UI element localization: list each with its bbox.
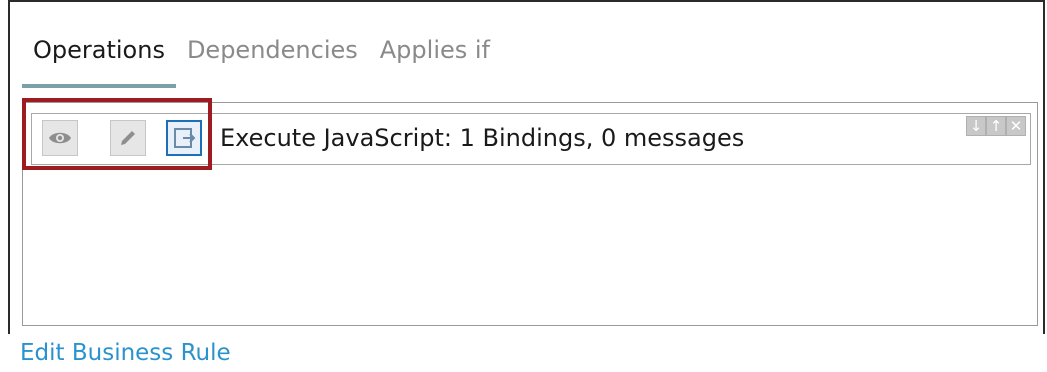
pencil-icon [121, 131, 135, 145]
operation-description: Execute JavaScript: 1 Bindings, 0 messag… [220, 124, 745, 152]
export-icon [174, 128, 196, 148]
remove-button[interactable]: ✕ [1006, 116, 1026, 136]
tab-dependencies[interactable]: Dependencies [176, 32, 369, 86]
operation-row[interactable]: Execute JavaScript: 1 Bindings, 0 messag… [31, 113, 1031, 165]
operations-list: Execute JavaScript: 1 Bindings, 0 messag… [22, 102, 1038, 326]
tab-bar: Operations Dependencies Applies if [22, 32, 501, 88]
view-button[interactable] [42, 120, 78, 156]
rule-panel: Operations Dependencies Applies if Execu… [8, 0, 1045, 334]
edit-business-rule-link[interactable]: Edit Business Rule [20, 340, 231, 366]
row-controls: ↓ ↑ ✕ [966, 116, 1026, 136]
eye-icon [49, 132, 71, 144]
move-up-button[interactable]: ↑ [986, 116, 1006, 136]
tab-operations[interactable]: Operations [22, 32, 176, 88]
execute-button[interactable] [166, 120, 202, 156]
tab-applies-if[interactable]: Applies if [369, 32, 501, 86]
move-down-button[interactable]: ↓ [966, 116, 986, 136]
edit-button[interactable] [110, 120, 146, 156]
